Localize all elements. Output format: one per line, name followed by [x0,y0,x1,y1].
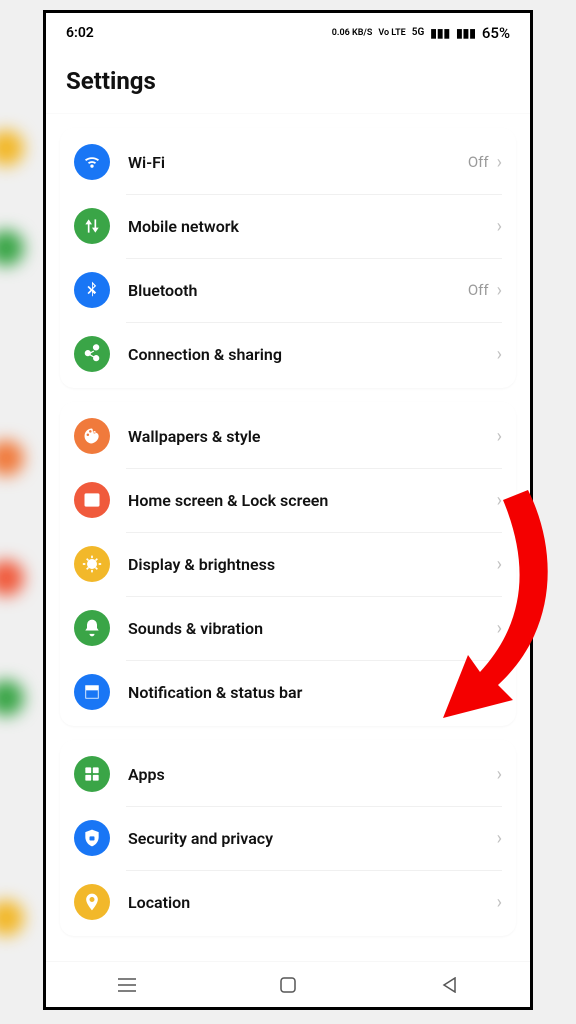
settings-row-connection-sharing[interactable]: Connection & sharing › [60,322,516,386]
navigation-bar [46,961,530,1007]
settings-row-wallpapers[interactable]: Wallpapers & style › [60,404,516,468]
back-button[interactable] [437,973,461,997]
row-label: Bluetooth [128,281,468,300]
row-label: Notification & status bar [128,683,497,702]
row-label: Sounds & vibration [128,619,497,638]
settings-row-security[interactable]: Security and privacy › [60,806,516,870]
settings-row-home-lock[interactable]: Home screen & Lock screen › [60,468,516,532]
chevron-right-icon: › [497,490,502,511]
chevron-right-icon: › [497,892,502,913]
row-label: Apps [128,765,497,784]
status-5g: 5G [412,28,425,38]
row-value: Off [468,281,489,299]
notification-icon [74,674,110,710]
chevron-right-icon: › [497,344,502,365]
sounds-icon [74,610,110,646]
chevron-right-icon: › [497,554,502,575]
display-icon [74,546,110,582]
settings-row-sounds[interactable]: Sounds & vibration › [60,596,516,660]
page-header: Settings [46,53,530,114]
chevron-right-icon: › [497,280,502,301]
settings-row-wifi[interactable]: Wi-Fi Off › [60,130,516,194]
chevron-right-icon: › [497,764,502,785]
row-label: Mobile network [128,217,497,236]
status-time: 6:02 [66,25,94,41]
row-label: Wi-Fi [128,153,468,172]
settings-row-display[interactable]: Display & brightness › [60,532,516,596]
home-button[interactable] [276,973,300,997]
settings-group-system: Apps › Security and privacy › Location › [60,740,516,936]
status-bar: 6:02 0.06 KB/S Vo LTE 5G ▮▮▮ ▮▮▮ 65% [46,13,530,53]
apps-icon [74,756,110,792]
signal-bars-icon-2: ▮▮▮ [456,26,476,40]
status-netspeed: 0.06 KB/S [332,29,373,38]
status-volte: Vo LTE [378,29,405,38]
phone-frame: 6:02 0.06 KB/S Vo LTE 5G ▮▮▮ ▮▮▮ 65% Set… [43,10,533,1010]
row-label: Wallpapers & style [128,427,497,446]
bluetooth-icon [74,272,110,308]
chevron-right-icon: › [497,216,502,237]
chevron-right-icon: › [497,828,502,849]
settings-content[interactable]: Wi-Fi Off › Mobile network › Bluetooth O… [46,114,530,1008]
settings-row-notification[interactable]: Notification & status bar › [60,660,516,724]
connection-sharing-icon [74,336,110,372]
location-icon [74,884,110,920]
row-label: Display & brightness [128,555,497,574]
chevron-right-icon: › [497,618,502,639]
signal-bars-icon: ▮▮▮ [430,26,450,40]
settings-row-bluetooth[interactable]: Bluetooth Off › [60,258,516,322]
recent-apps-button[interactable] [115,973,139,997]
settings-row-mobile-network[interactable]: Mobile network › [60,194,516,258]
chevron-right-icon: › [497,426,502,447]
battery-percent: 65% [482,24,510,42]
row-label: Location [128,893,497,912]
wallpapers-icon [74,418,110,454]
settings-group-display: Wallpapers & style › Home screen & Lock … [60,402,516,726]
chevron-right-icon: › [497,682,502,703]
page-title: Settings [66,67,510,95]
mobile-network-icon [74,208,110,244]
settings-group-connectivity: Wi-Fi Off › Mobile network › Bluetooth O… [60,128,516,388]
chevron-right-icon: › [497,152,502,173]
settings-row-apps[interactable]: Apps › [60,742,516,806]
row-label: Home screen & Lock screen [128,491,497,510]
row-value: Off [468,153,489,171]
wifi-icon [74,144,110,180]
home-lock-icon [74,482,110,518]
settings-row-location[interactable]: Location › [60,870,516,934]
row-label: Connection & sharing [128,345,497,364]
security-icon [74,820,110,856]
row-label: Security and privacy [128,829,497,848]
